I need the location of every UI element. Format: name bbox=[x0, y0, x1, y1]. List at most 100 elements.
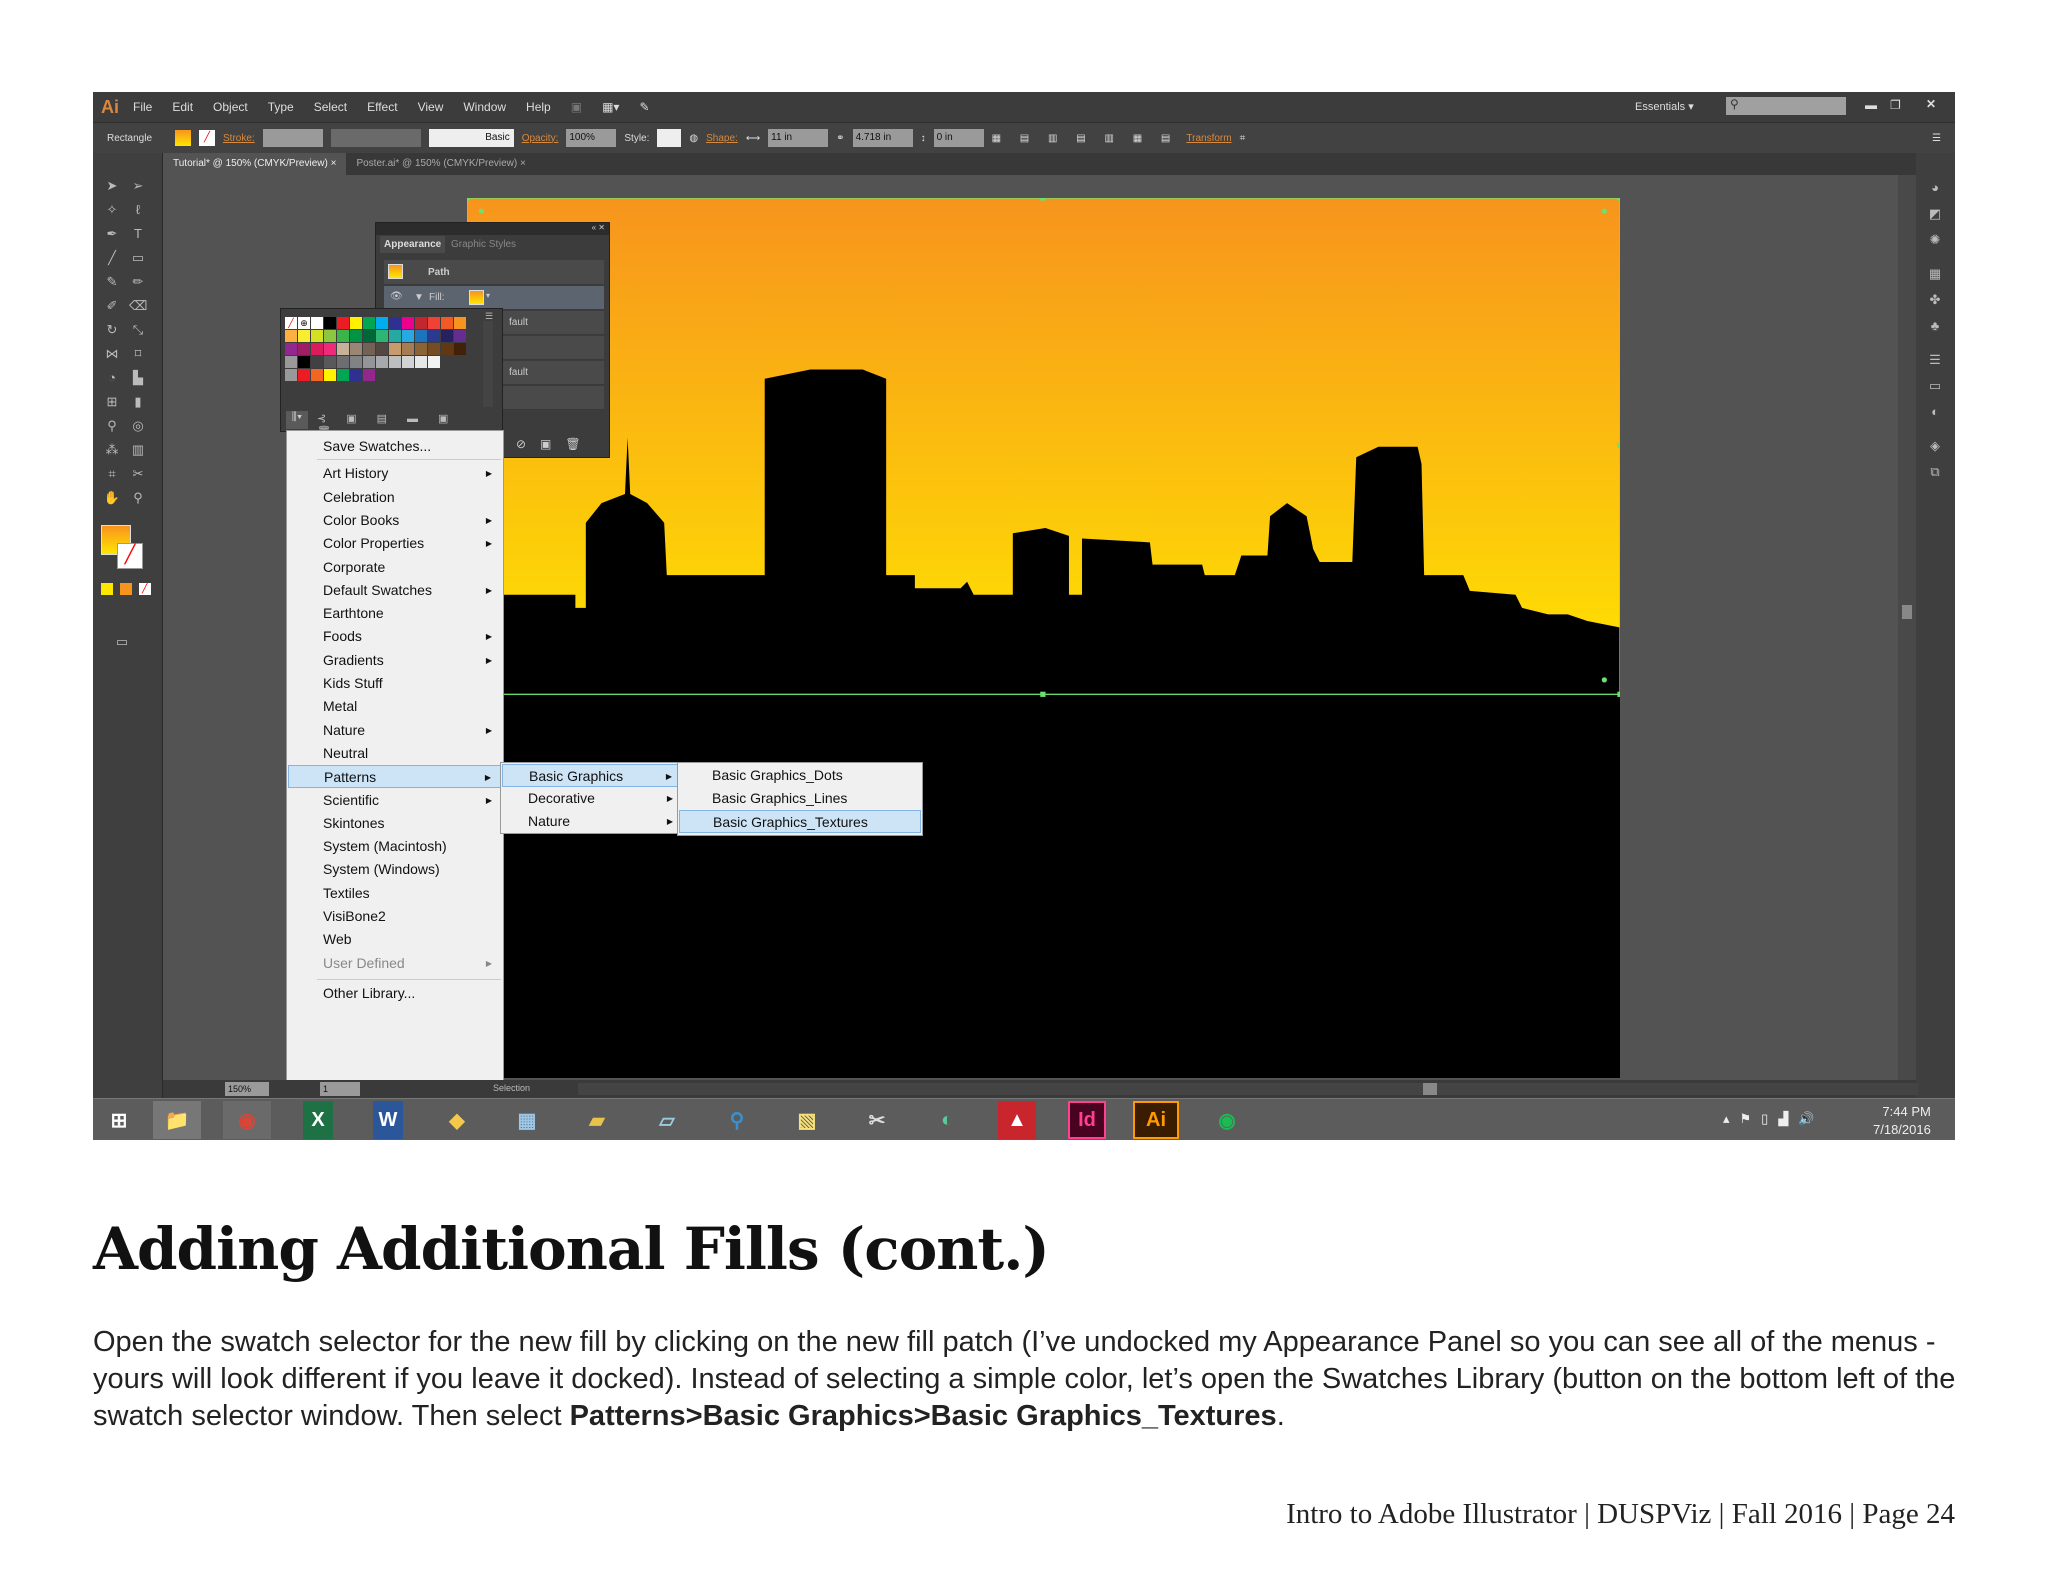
swatch[interactable] bbox=[363, 330, 375, 342]
swatch[interactable] bbox=[454, 330, 466, 342]
acrobat-icon[interactable]: ▲ bbox=[998, 1101, 1036, 1139]
tab-tutorial[interactable]: Tutorial* @ 150% (CMYK/Preview) × bbox=[163, 153, 347, 175]
symbol-sprayer-tool-icon[interactable]: ⁂ bbox=[103, 441, 121, 459]
none-swatch[interactable]: ╱ bbox=[285, 317, 297, 329]
color-guide-icon[interactable]: ◩ bbox=[1926, 205, 1944, 223]
eraser-tool-icon[interactable]: ⌫ bbox=[129, 297, 147, 315]
stroke-panel-icon[interactable]: ☰ bbox=[1926, 351, 1944, 369]
stroke-color-box[interactable]: ╱ bbox=[117, 543, 143, 569]
gradient-tool-icon[interactable]: ▮ bbox=[129, 393, 147, 411]
notepad-icon[interactable]: ▱ bbox=[643, 1101, 691, 1139]
panel-collapse-close[interactable]: « ✕ bbox=[376, 223, 609, 235]
swatch[interactable] bbox=[337, 330, 349, 342]
tab-graphic-styles[interactable]: Graphic Styles bbox=[451, 239, 516, 250]
swatch[interactable] bbox=[428, 356, 440, 368]
menu-type[interactable]: Type bbox=[268, 100, 294, 114]
swatch[interactable] bbox=[363, 317, 375, 329]
shape-builder-tool-icon[interactable]: ◔ bbox=[103, 369, 121, 387]
tab-poster[interactable]: Poster.ai* @ 150% (CMYK/Preview) × bbox=[346, 153, 535, 175]
swatch[interactable] bbox=[350, 330, 362, 342]
swatch[interactable] bbox=[428, 343, 440, 355]
menu-item-scientific[interactable]: Scientific ▶ bbox=[288, 789, 502, 812]
swatch[interactable] bbox=[389, 356, 401, 368]
brush-panel-icon[interactable]: ✤ bbox=[1926, 291, 1944, 309]
menu-item-art-history[interactable]: Art History ▶ bbox=[288, 462, 502, 485]
fill-row[interactable]: 👁 ▼ Fill: ▾ bbox=[384, 286, 604, 310]
swatch[interactable] bbox=[324, 356, 336, 368]
menu-item-neutral[interactable]: Neutral bbox=[288, 742, 502, 765]
swatch[interactable] bbox=[402, 343, 414, 355]
swatch[interactable] bbox=[441, 330, 453, 342]
swatch[interactable] bbox=[402, 317, 414, 329]
swatch[interactable] bbox=[402, 330, 414, 342]
sync-icon[interactable]: ✎ bbox=[639, 100, 649, 114]
gradient-panel-icon[interactable]: ▭ bbox=[1926, 377, 1944, 395]
search-input[interactable]: ⚲ bbox=[1726, 97, 1846, 115]
swatch[interactable] bbox=[376, 330, 388, 342]
swatch[interactable] bbox=[285, 343, 297, 355]
menu-item-system-macintosh[interactable]: System (Macintosh) bbox=[288, 835, 502, 858]
swatch[interactable] bbox=[298, 343, 310, 355]
slice-tool-icon[interactable]: ✂ bbox=[129, 465, 147, 483]
swatch[interactable] bbox=[441, 343, 453, 355]
menu-item-visibone2[interactable]: VisiBone2 bbox=[288, 905, 502, 928]
swatch[interactable] bbox=[311, 356, 323, 368]
stroke-link[interactable]: Stroke: bbox=[223, 133, 255, 144]
rectangle-tool-icon[interactable]: ▭ bbox=[129, 249, 147, 267]
menu-item-nature[interactable]: Nature ▶ bbox=[288, 719, 502, 742]
opacity-link[interactable]: Opacity: bbox=[522, 133, 559, 144]
menu-item-basic-graphics-dots[interactable]: Basic Graphics_Dots bbox=[679, 764, 921, 787]
menu-select[interactable]: Select bbox=[314, 100, 347, 114]
swatch[interactable] bbox=[402, 356, 414, 368]
paintbrush-tool-icon[interactable]: ✎ bbox=[103, 273, 121, 291]
swatch[interactable] bbox=[324, 343, 336, 355]
shape-link[interactable]: Shape: bbox=[706, 133, 738, 144]
menu-item-save-swatches[interactable]: Save Swatches... bbox=[288, 435, 502, 458]
minimize-button[interactable]: ▬ bbox=[1865, 98, 1877, 112]
swatch[interactable] bbox=[376, 356, 388, 368]
swatch[interactable] bbox=[337, 317, 349, 329]
archive-icon[interactable]: ▰ bbox=[573, 1101, 621, 1139]
swatch[interactable] bbox=[337, 343, 349, 355]
menu-item-metal[interactable]: Metal bbox=[288, 695, 502, 718]
arrange-documents-icon[interactable]: ▦▾ bbox=[602, 100, 619, 114]
isolate-icon[interactable]: ⌗ bbox=[1240, 133, 1246, 144]
workspace-switcher[interactable]: Essentials ▾ bbox=[1635, 100, 1694, 113]
swatch[interactable] bbox=[324, 369, 336, 381]
blob-brush-tool-icon[interactable]: ✐ bbox=[103, 297, 121, 315]
magic-wand-tool-icon[interactable]: ✧ bbox=[103, 201, 121, 219]
swatch[interactable] bbox=[441, 317, 453, 329]
menu-edit[interactable]: Edit bbox=[172, 100, 193, 114]
blend-tool-icon[interactable]: ◎ bbox=[129, 417, 147, 435]
swatch[interactable] bbox=[298, 356, 310, 368]
artboards-panel-icon[interactable]: ⧉ bbox=[1926, 463, 1944, 481]
swatch-libraries-menu-button[interactable]: ⫼▾ bbox=[286, 411, 308, 429]
corner-radius-field[interactable]: 0 in bbox=[933, 129, 984, 147]
graph-tool-icon[interactable]: ▥ bbox=[129, 441, 147, 459]
link-icon[interactable]: ⚭ bbox=[836, 133, 844, 144]
tab-close-icon[interactable]: × bbox=[520, 158, 526, 169]
recolor-icon[interactable]: ◍ bbox=[689, 133, 698, 144]
variable-width-select[interactable] bbox=[330, 129, 421, 147]
style-select[interactable] bbox=[657, 129, 682, 147]
windows-start-icon[interactable]: ⊞ bbox=[95, 1101, 143, 1139]
swatch[interactable] bbox=[363, 356, 375, 368]
swatch[interactable] bbox=[311, 343, 323, 355]
menu-effect[interactable]: Effect bbox=[367, 100, 397, 114]
swatch-scrollbar[interactable] bbox=[483, 321, 493, 407]
swatches-panel-icon[interactable]: ▦ bbox=[1926, 265, 1944, 283]
expand-triangle-icon[interactable]: ▼ bbox=[414, 292, 424, 303]
app-icon[interactable]: ◆ bbox=[433, 1101, 481, 1139]
width-field[interactable]: 11 in bbox=[768, 129, 829, 147]
type-tool-icon[interactable]: T bbox=[129, 225, 147, 243]
stroke-weight-field[interactable] bbox=[262, 129, 323, 147]
illustrator-taskbar-icon[interactable]: Ai bbox=[1133, 1101, 1179, 1139]
gradient-mode-button[interactable] bbox=[120, 583, 132, 595]
artboard-tool-icon[interactable]: ⌗ bbox=[103, 465, 121, 483]
menu-item-foods[interactable]: Foods ▶ bbox=[288, 625, 502, 648]
bridge-icon[interactable]: ▣ bbox=[571, 100, 582, 114]
swatch[interactable] bbox=[389, 330, 401, 342]
menu-file[interactable]: File bbox=[133, 100, 152, 114]
selection-tool-icon[interactable]: ➤ bbox=[103, 177, 121, 195]
symbols-panel-icon[interactable]: ♣ bbox=[1926, 317, 1944, 335]
